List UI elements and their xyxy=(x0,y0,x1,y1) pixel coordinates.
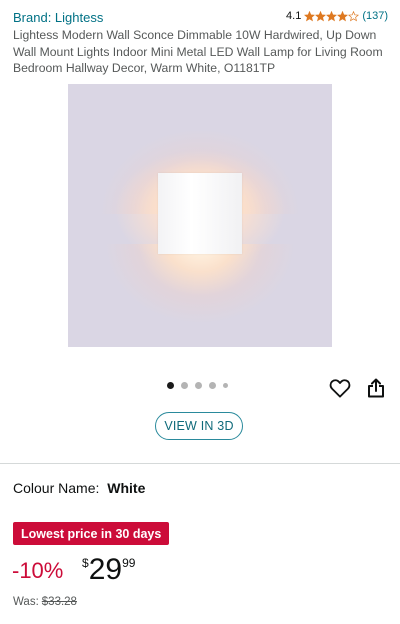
colour-label: Colour Name: xyxy=(13,480,100,496)
star-rating xyxy=(304,10,360,22)
star-icon xyxy=(348,10,360,21)
heart-icon xyxy=(329,379,351,398)
view-in-3d-button[interactable]: VIEW IN 3D xyxy=(155,412,243,440)
star-icon xyxy=(326,10,338,21)
product-title: Lightess Modern Wall Sconce Dimmable 10W… xyxy=(13,28,383,76)
carousel-dot[interactable] xyxy=(209,382,216,389)
colour-selector: Colour Name: White xyxy=(13,480,145,496)
light-glow-down xyxy=(68,244,332,347)
product-image[interactable] xyxy=(68,84,332,347)
discount-percentage: -10% xyxy=(12,558,64,583)
rating-summary[interactable]: 4.1 (137) xyxy=(286,10,388,22)
image-carousel-dots[interactable] xyxy=(167,382,235,389)
price-fraction: 99 xyxy=(122,556,136,570)
star-icon xyxy=(315,10,327,21)
currency-symbol: $ xyxy=(82,556,89,570)
was-price-value: $33.28 xyxy=(41,596,77,608)
star-icon xyxy=(337,10,349,21)
carousel-dot[interactable] xyxy=(195,382,202,389)
was-price: Was: $33.28 xyxy=(13,596,77,608)
wishlist-button[interactable] xyxy=(328,376,352,400)
share-icon xyxy=(368,378,384,398)
current-price: $2999 xyxy=(82,553,135,587)
carousel-dot[interactable] xyxy=(181,382,188,389)
share-button[interactable] xyxy=(364,376,388,400)
carousel-dot[interactable] xyxy=(223,383,228,388)
carousel-dot[interactable] xyxy=(167,382,174,389)
brand-rating-row: Brand: Lightess 4.1 (137) xyxy=(13,10,390,26)
review-count-link[interactable]: (137) xyxy=(362,10,388,22)
wall-lamp xyxy=(158,173,242,254)
rating-value: 4.1 xyxy=(286,10,302,22)
was-label: Was: xyxy=(13,596,39,608)
star-icon xyxy=(304,10,316,21)
colour-value: White xyxy=(107,480,146,496)
deal-badge: Lowest price in 30 days xyxy=(13,522,170,545)
price-whole: 29 xyxy=(88,553,123,586)
section-divider xyxy=(0,463,400,464)
brand-link[interactable]: Brand: Lightess xyxy=(13,10,103,25)
